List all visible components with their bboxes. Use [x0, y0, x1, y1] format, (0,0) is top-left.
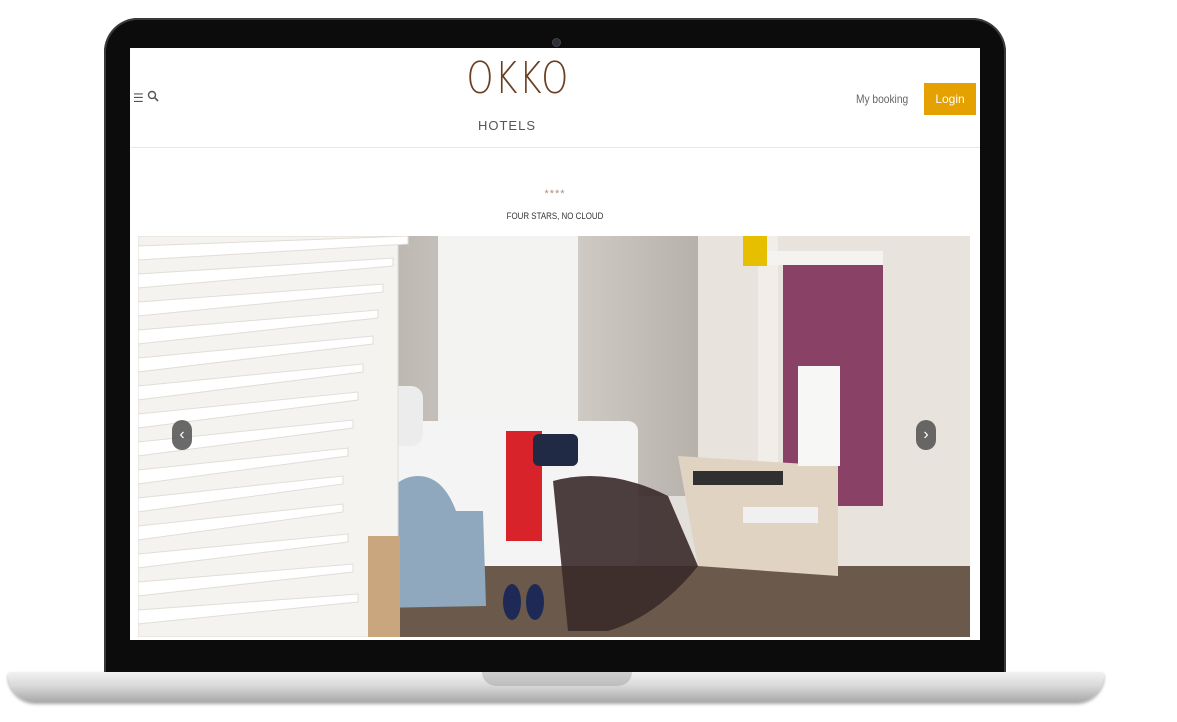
carousel-prev-button[interactable]: ‹ [172, 420, 192, 450]
logo-wordmark: OKKO [466, 53, 570, 104]
search-icon[interactable] [147, 89, 159, 107]
my-booking-link[interactable]: My booking [856, 92, 908, 106]
laptop-base [8, 672, 1104, 702]
hero-image: ‹ › [138, 236, 970, 637]
carousel-next-button[interactable]: › [916, 420, 936, 450]
tagline: FOUR STARS, NO CLOUD [506, 211, 604, 221]
menu-icon[interactable]: ☰ [133, 91, 144, 105]
star-rating: **** [544, 188, 566, 200]
browser-viewport: ☰ OKKO HOTELS My booking Login **** FOUR… [130, 48, 980, 640]
laptop-notch [482, 672, 632, 686]
logo-subtitle: HOTELS [477, 118, 536, 133]
okko-logo[interactable]: OKKO HOTELS [455, 53, 570, 134]
webcam [552, 38, 561, 47]
login-button[interactable]: Login [924, 83, 976, 115]
hotel-room-photo [138, 236, 970, 637]
site-header: ☰ OKKO HOTELS My booking Login [130, 48, 980, 148]
